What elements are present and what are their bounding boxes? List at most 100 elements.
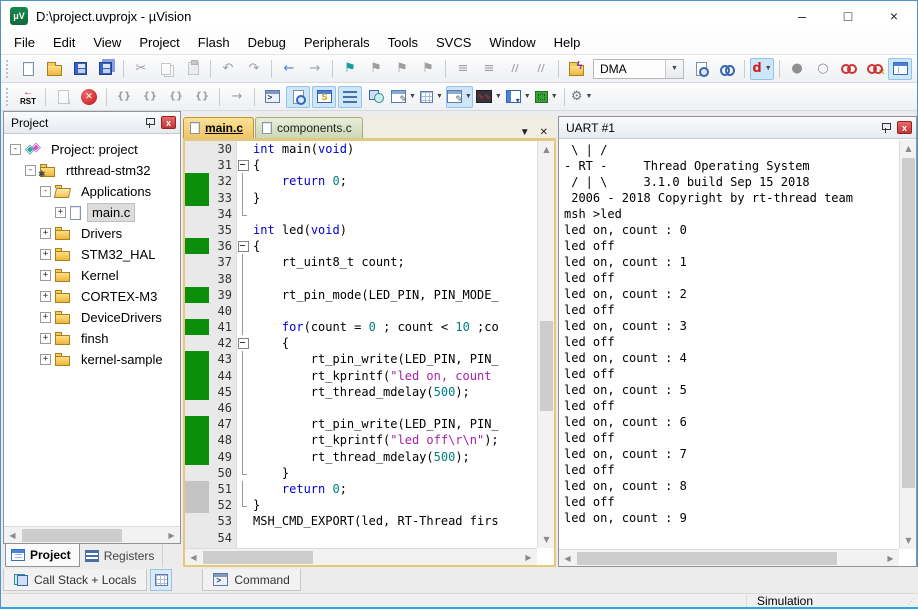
- system-viewer-dropdown-icon[interactable]: ▼: [524, 93, 531, 100]
- symbols-window-button[interactable]: [312, 86, 336, 108]
- memory-windows-dropdown-icon[interactable]: ▼: [436, 93, 443, 100]
- editor-vscrollbar[interactable]: ▲ ▼: [537, 141, 554, 548]
- expand-icon[interactable]: -: [25, 165, 36, 176]
- menu-edit[interactable]: Edit: [44, 32, 84, 53]
- fold-marker[interactable]: [237, 238, 249, 254]
- expand-icon[interactable]: +: [40, 249, 51, 260]
- menu-file[interactable]: File: [5, 32, 44, 53]
- tree-item-rtthread-stm32[interactable]: -✱rtthread-stm32: [4, 160, 180, 181]
- kill-all-breakpoints-button[interactable]: ✕: [863, 58, 887, 80]
- enable-disable-breakpoint-button[interactable]: ○: [811, 58, 835, 80]
- tree-item-drivers[interactable]: +Drivers: [4, 223, 180, 244]
- tab-list-icon[interactable]: ▼: [520, 127, 530, 138]
- expand-icon[interactable]: +: [40, 228, 51, 239]
- tab-project[interactable]: Project: [5, 544, 80, 567]
- command-tab[interactable]: Command: [202, 569, 300, 591]
- watch-windows-dropdown-icon[interactable]: ▼: [465, 93, 472, 100]
- new-file-button[interactable]: [16, 58, 40, 80]
- uart-vscrollbar[interactable]: ▲ ▼: [899, 140, 916, 549]
- menu-svcs[interactable]: SVCS: [427, 32, 480, 53]
- serial-windows-button[interactable]: [338, 86, 362, 108]
- find-text-button[interactable]: d▼: [750, 58, 774, 80]
- tree-item-finsh[interactable]: +finsh: [4, 328, 180, 349]
- toggle-breakpoint-button[interactable]: ●: [785, 58, 809, 80]
- trace-windows-button[interactable]: ▼: [390, 86, 417, 108]
- scroll-up-icon[interactable]: ▲: [900, 140, 917, 157]
- expand-icon[interactable]: +: [40, 291, 51, 302]
- scroll-thumb[interactable]: [203, 551, 313, 564]
- peripheral-dialogs-button[interactable]: ▼: [534, 86, 559, 108]
- tab-close-icon[interactable]: ✕: [540, 127, 548, 138]
- target-select[interactable]: DMA▼: [593, 59, 684, 79]
- expand-icon[interactable]: +: [40, 270, 51, 281]
- translate-file-button[interactable]: [689, 58, 713, 80]
- expand-icon[interactable]: +: [40, 312, 51, 323]
- stop-debug-button[interactable]: [77, 86, 101, 108]
- menu-view[interactable]: View: [84, 32, 130, 53]
- logic-analyzer-dropdown-icon[interactable]: ▼: [495, 93, 502, 100]
- menu-peripherals[interactable]: Peripherals: [295, 32, 379, 53]
- editor-tab-main-c[interactable]: main.c: [183, 117, 254, 138]
- menu-flash[interactable]: Flash: [189, 32, 239, 53]
- tab-registers[interactable]: Registers: [80, 544, 164, 567]
- maximize-button[interactable]: □: [825, 1, 871, 31]
- expand-icon[interactable]: +: [40, 354, 51, 365]
- editor-tab-components-c[interactable]: components.c: [255, 117, 363, 138]
- menu-window[interactable]: Window: [480, 32, 544, 53]
- manage-windows-button[interactable]: [888, 58, 912, 80]
- expand-icon[interactable]: -: [40, 186, 51, 197]
- reset-cpu-button[interactable]: RST: [16, 86, 40, 108]
- tree-item-applications[interactable]: -Applications: [4, 181, 180, 202]
- disable-all-breakpoints-button[interactable]: [837, 58, 861, 80]
- resize-grip[interactable]: ⋰: [907, 597, 917, 607]
- insert-bookmark-button[interactable]: ⚑: [338, 58, 362, 80]
- toolbox-dropdown-icon[interactable]: ▼: [585, 93, 592, 100]
- flash-download-button[interactable]: [564, 58, 588, 80]
- target-select-dropdown-icon[interactable]: ▼: [665, 60, 683, 78]
- tree-item-cortex-m3[interactable]: +CORTEX-M3: [4, 286, 180, 307]
- memory-window-button[interactable]: [150, 569, 172, 591]
- fold-marker[interactable]: [237, 157, 249, 173]
- expand-icon[interactable]: -: [10, 144, 21, 155]
- expand-icon[interactable]: +: [40, 333, 51, 344]
- scroll-thumb[interactable]: [902, 158, 915, 488]
- toolbox-button[interactable]: ⚙▼: [570, 86, 594, 108]
- menu-tools[interactable]: Tools: [379, 32, 427, 53]
- project-panel-close-icon[interactable]: x: [161, 116, 176, 129]
- analysis-windows-button[interactable]: [364, 86, 388, 108]
- watch-windows-button[interactable]: ▼: [446, 86, 473, 108]
- tree-item-devicedrivers[interactable]: +DeviceDrivers: [4, 307, 180, 328]
- menu-debug[interactable]: Debug: [239, 32, 295, 53]
- tree-item-project-project[interactable]: -Project: project: [4, 139, 180, 160]
- open-file-button[interactable]: [42, 58, 66, 80]
- uart-hscrollbar[interactable]: ◀ ▶: [559, 549, 899, 566]
- save-button[interactable]: [68, 58, 92, 80]
- menu-help[interactable]: Help: [545, 32, 590, 53]
- project-tree-hscrollbar[interactable]: ◀ ▶: [4, 526, 180, 543]
- expand-icon[interactable]: +: [55, 207, 66, 218]
- navigate-back-button[interactable]: ←: [277, 58, 301, 80]
- tree-item-main-c[interactable]: +main.c: [4, 202, 180, 223]
- pin-icon[interactable]: [880, 122, 892, 134]
- uart-output[interactable]: \ | /- RT - Thread Operating System / | …: [559, 142, 899, 549]
- find-text-dropdown-icon[interactable]: ▼: [765, 65, 772, 72]
- scroll-thumb[interactable]: [22, 529, 122, 542]
- system-viewer-button[interactable]: ▼: [505, 86, 532, 108]
- scroll-left-icon[interactable]: ◀: [559, 550, 576, 567]
- scroll-right-icon[interactable]: ▶: [520, 549, 537, 566]
- peripheral-dialogs-dropdown-icon[interactable]: ▼: [551, 93, 558, 100]
- scroll-right-icon[interactable]: ▶: [882, 550, 899, 567]
- scroll-left-icon[interactable]: ◀: [4, 527, 21, 544]
- trace-windows-dropdown-icon[interactable]: ▼: [409, 93, 416, 100]
- minimize-button[interactable]: –: [779, 1, 825, 31]
- disassembly-window-button[interactable]: [286, 86, 310, 108]
- call-stack-tab[interactable]: Call Stack + Locals: [3, 569, 147, 591]
- code-editor[interactable]: 30int main(void)31{32 return 0;33}3435in…: [185, 141, 537, 548]
- uart-panel-close-icon[interactable]: x: [897, 121, 912, 134]
- save-all-button[interactable]: [94, 58, 118, 80]
- tree-item-kernel-sample[interactable]: +kernel-sample: [4, 349, 180, 370]
- tree-item-stm32-hal[interactable]: +STM32_HAL: [4, 244, 180, 265]
- find-in-files-button[interactable]: [715, 58, 739, 80]
- scroll-right-icon[interactable]: ▶: [163, 527, 180, 544]
- scroll-thumb[interactable]: [577, 552, 837, 565]
